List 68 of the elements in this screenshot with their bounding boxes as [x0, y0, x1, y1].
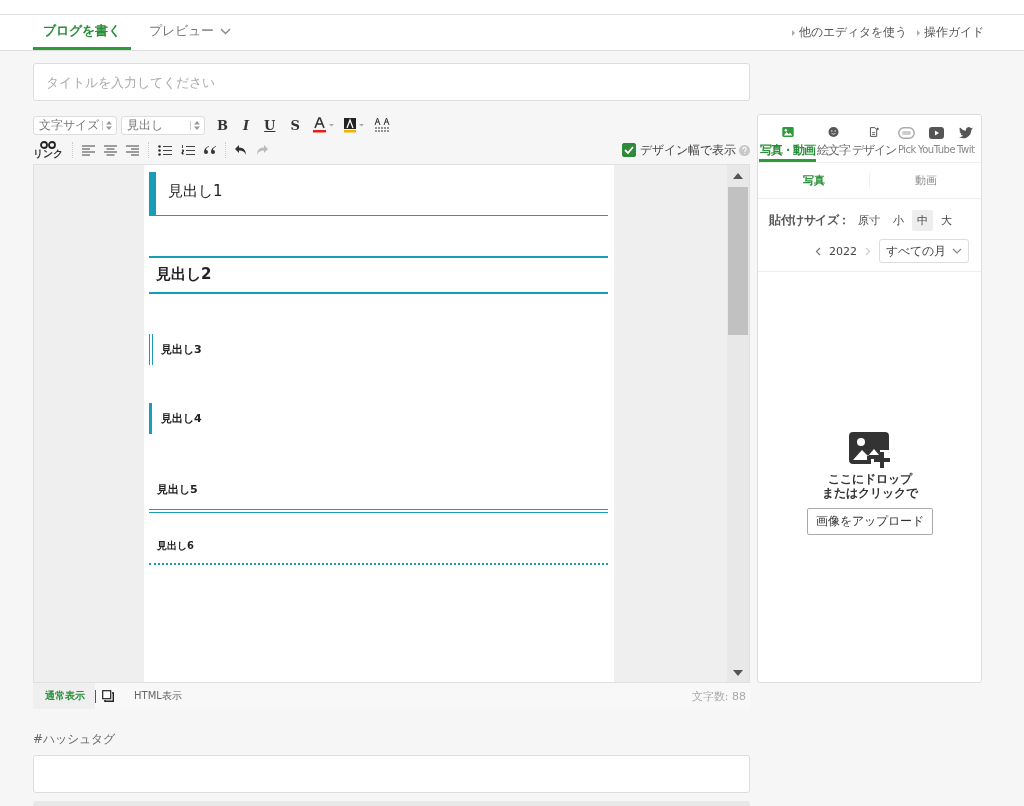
- media-tab[interactable]: Pick: [897, 127, 917, 162]
- size-option[interactable]: 大: [935, 209, 957, 231]
- format-button[interactable]: I: [240, 117, 253, 133]
- format-button[interactable]: S: [287, 117, 303, 133]
- media-tab[interactable]: デザイン: [851, 127, 897, 162]
- media-tab[interactable]: Twit: [956, 127, 977, 162]
- up-down-arrows-icon: [102, 120, 112, 130]
- header-tab[interactable]: ブログを書く: [33, 15, 131, 50]
- heading-text: 見出し4: [149, 403, 608, 434]
- year-label: 2022: [829, 244, 857, 258]
- header-link[interactable]: 他のエディタを使う: [792, 24, 907, 41]
- format-button[interactable]: U: [261, 117, 279, 133]
- link-button[interactable]: リンク: [33, 141, 63, 159]
- scroll-down-icon[interactable]: [733, 670, 743, 676]
- ruby-icon[interactable]: [373, 117, 390, 133]
- media-tab[interactable]: YouTube: [916, 127, 957, 162]
- up-down-arrows-icon: [190, 120, 200, 130]
- size-option[interactable]: 原寸: [852, 209, 885, 231]
- heading-text: 見出し2: [149, 256, 608, 294]
- image-icon: [779, 127, 796, 137]
- view-mode-tab[interactable]: HTML表示: [122, 683, 194, 709]
- heading-text: 見出し5: [149, 476, 608, 513]
- format-button[interactable]: B: [214, 117, 231, 133]
- header-link[interactable]: 操作ガイド: [917, 24, 984, 41]
- quote-icon[interactable]: [204, 145, 216, 155]
- toolbar-select[interactable]: 文字サイズ: [33, 115, 117, 135]
- drop-instruction: またはクリックで: [821, 486, 918, 500]
- highlight-color-icon[interactable]: [342, 117, 365, 133]
- chain-link-icon: [40, 141, 56, 149]
- chevron-down-icon: [220, 27, 231, 35]
- heading-text: 見出し1: [149, 172, 608, 216]
- editor-area[interactable]: 見出し1 見出し2 見出し3 見出し4 見出し5 見出し6: [33, 164, 750, 683]
- previous-icon[interactable]: [815, 246, 821, 256]
- size-option[interactable]: 中: [911, 209, 933, 231]
- copy-icon[interactable]: [102, 690, 114, 702]
- character-count: 文字数: 88: [691, 688, 746, 704]
- design-width-checkbox[interactable]: デザイン幅で表示: [622, 141, 736, 159]
- smiley-icon: [826, 127, 841, 137]
- sub-tab[interactable]: 写真: [758, 173, 870, 188]
- month-select[interactable]: すべての月: [879, 239, 969, 263]
- scrollbar[interactable]: [727, 165, 749, 682]
- heading-text: 見出し6: [149, 533, 608, 565]
- heading-text: 見出し3: [149, 334, 608, 365]
- play-icon: [928, 127, 944, 139]
- sub-tab[interactable]: 動画: [870, 173, 981, 188]
- numbered-list-icon[interactable]: [181, 144, 195, 156]
- header-tab[interactable]: プレビュー: [139, 15, 241, 50]
- hashtag-label: #ハッシュタグ: [33, 731, 117, 748]
- pill-icon: [898, 127, 916, 139]
- scroll-up-icon[interactable]: [733, 173, 743, 179]
- add-image-icon[interactable]: [848, 432, 891, 468]
- font-color-icon[interactable]: [311, 117, 334, 133]
- bird-icon: [958, 127, 973, 139]
- undo-icon[interactable]: [235, 144, 247, 156]
- chevron-down-icon: [952, 248, 962, 254]
- hashtag-input[interactable]: [33, 755, 750, 793]
- drop-instruction: ここにドロップ: [827, 472, 912, 486]
- media-tab[interactable]: 絵文字: [816, 127, 851, 162]
- scroll-thumb[interactable]: [728, 187, 748, 335]
- size-option[interactable]: 小: [887, 209, 909, 231]
- paste-size-label: 貼付けサイズ：: [769, 211, 850, 229]
- view-mode-tab[interactable]: 通常表示: [33, 683, 95, 709]
- toolbar-select[interactable]: 見出し: [121, 115, 205, 135]
- title-input[interactable]: タイトルを入力してください: [33, 63, 750, 101]
- checkmark-icon: [624, 146, 634, 154]
- upload-image-button[interactable]: 画像をアップロード: [806, 508, 933, 535]
- bullet-list-icon[interactable]: [158, 144, 172, 156]
- media-tab[interactable]: 写真・動画: [759, 127, 816, 162]
